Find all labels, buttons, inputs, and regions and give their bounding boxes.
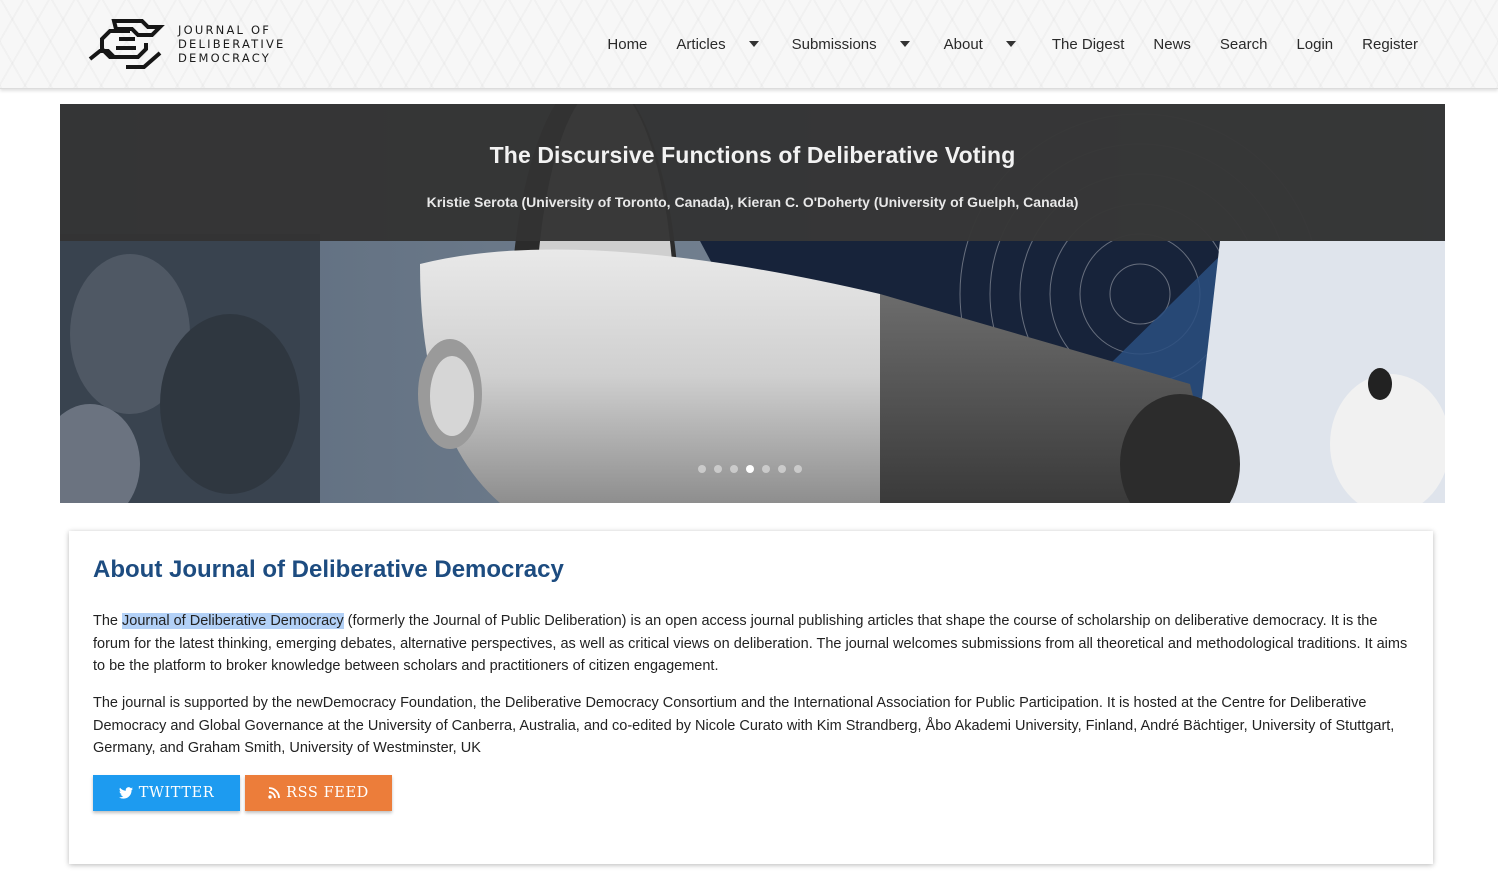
nav-login[interactable]: Login <box>1296 36 1333 53</box>
nav-about-label: About <box>943 35 983 53</box>
slide-authors: Kristie Serota (University of Toronto, C… <box>426 194 1079 210</box>
featured-slider[interactable]: The Discursive Functions of Deliberative… <box>60 104 1445 503</box>
logo-text: JOURNAL OF DELIBERATIVE DEMOCRACY <box>178 23 286 65</box>
nav-home-label: Home <box>607 35 648 53</box>
slider-dot-active[interactable] <box>746 465 754 473</box>
logo-line-2: DELIBERATIVE <box>178 37 286 51</box>
slider-pagination <box>698 465 810 473</box>
nav-articles-label: Articles <box>676 35 726 53</box>
slide-caption[interactable]: The Discursive Functions of Deliberative… <box>60 104 1445 241</box>
logo-line-1: JOURNAL OF <box>178 23 272 37</box>
about-card: About Journal of Deliberative Democracy … <box>69 531 1433 864</box>
nav-the-digest[interactable]: The Digest <box>1052 36 1125 53</box>
slide-title[interactable]: The Discursive Functions of Deliberative… <box>60 142 1445 169</box>
nav-login-label: Login <box>1296 35 1334 53</box>
slider-dot[interactable] <box>714 465 722 473</box>
site-logo[interactable]: JOURNAL OF DELIBERATIVE DEMOCRACY <box>86 14 286 74</box>
selected-text-highlight: Journal of Deliberative Democracy <box>122 613 344 629</box>
logo-line-3: DEMOCRACY <box>178 51 271 65</box>
nav-news[interactable]: News <box>1153 36 1191 53</box>
slider-dot[interactable] <box>778 465 786 473</box>
nav-register-label: Register <box>1362 35 1418 53</box>
nav-articles[interactable]: Articles <box>676 35 759 53</box>
site-header: JOURNAL OF DELIBERATIVE DEMOCRACY Home A… <box>0 0 1498 89</box>
caret-down-icon[interactable] <box>748 41 759 47</box>
about-paragraph-2: The journal is supported by the newDemoc… <box>93 695 1395 756</box>
slider-dot[interactable] <box>698 465 706 473</box>
rss-feed-button[interactable]: RSS FEED <box>245 775 392 811</box>
nav-submissions-label: Submissions <box>791 35 877 53</box>
slider-dot[interactable] <box>762 465 770 473</box>
caret-down-icon[interactable] <box>899 41 910 47</box>
nav-about[interactable]: About <box>944 36 1016 53</box>
nav-search[interactable]: Search <box>1220 36 1268 53</box>
nav-search-label: Search <box>1219 35 1268 53</box>
twitter-button-label: TWITTER <box>138 785 215 801</box>
caret-down-icon[interactable] <box>1005 41 1016 47</box>
nav-news-label: News <box>1153 35 1191 53</box>
slider-dot[interactable] <box>794 465 802 473</box>
slider-dot[interactable] <box>730 465 738 473</box>
logo-mark-icon <box>88 19 165 69</box>
nav-digest-label: The Digest <box>1051 35 1125 53</box>
twitter-button[interactable]: TWITTER <box>93 775 240 811</box>
twitter-bird-icon <box>118 787 133 799</box>
about-paragraph-1: The Journal of Deliberative Democracy (f… <box>93 610 1413 678</box>
rss-icon <box>268 787 280 799</box>
main-nav: Home Articles Submissions About The Dige… <box>578 30 1418 58</box>
about-heading: About Journal of Deliberative Democracy <box>93 556 564 583</box>
nav-submissions[interactable]: Submissions <box>792 36 910 53</box>
about-p1-prefix: The <box>93 613 123 629</box>
nav-home[interactable]: Home <box>607 36 647 53</box>
rss-button-label: RSS FEED <box>286 785 369 801</box>
nav-register[interactable]: Register <box>1362 36 1418 53</box>
